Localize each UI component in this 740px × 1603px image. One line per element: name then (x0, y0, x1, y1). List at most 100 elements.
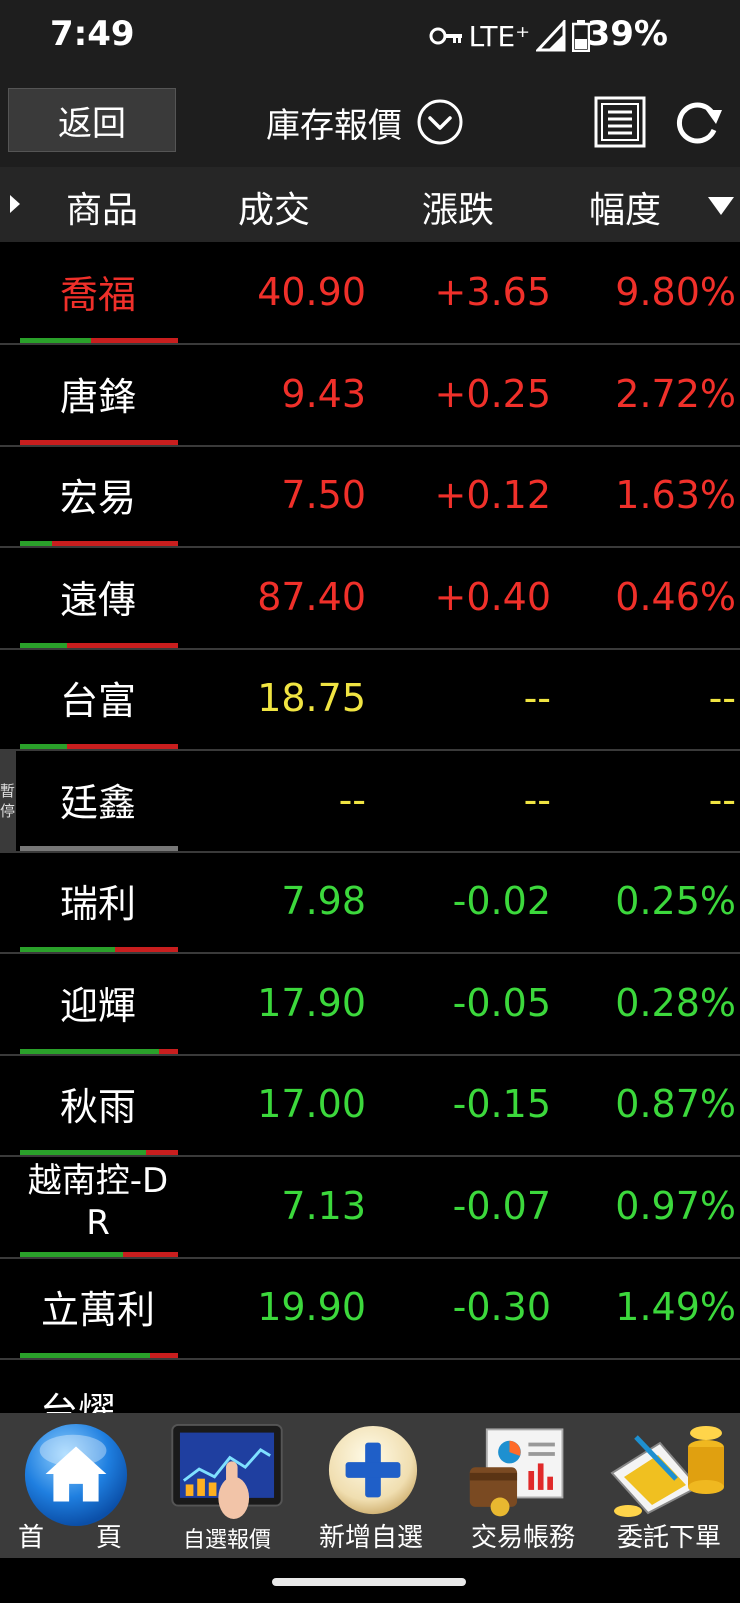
stock-name: 喬福 (59, 273, 136, 317)
column-percent[interactable]: 幅度 (589, 181, 661, 233)
stock-percent: 1.63% (615, 473, 736, 517)
nav-home-label: 首 頁 (17, 1523, 122, 1553)
suspended-tag: 暫停 (0, 750, 16, 851)
stock-name: 越南控-D R (18, 1160, 178, 1244)
nav-place-order-label: 委託下單 (616, 1523, 721, 1553)
stock-price: 17.00 (257, 1082, 366, 1126)
ratio-bar-red (149, 1353, 178, 1358)
stock-price: 17.90 (257, 981, 366, 1025)
home-icon (24, 1423, 128, 1527)
stock-name: 廷鑫 (59, 781, 136, 825)
stock-percent: 1.49% (615, 1285, 736, 1329)
buy-sell-ratio-bar (20, 1150, 178, 1155)
stock-name: 立萬利 (40, 1288, 155, 1332)
stock-row[interactable]: 暫停 廷鑫 -- -- -- (0, 750, 740, 853)
stock-change: +3.65 (434, 270, 551, 314)
nav-favorites-label: 自選報價 (182, 1528, 271, 1553)
stock-price: 87.40 (257, 575, 366, 619)
stock-name-partial: 台燿 (40, 1390, 117, 1413)
ratio-bar-red (114, 947, 178, 952)
ratio-bar-green (20, 1353, 150, 1358)
stock-percent: 0.46% (615, 575, 736, 619)
ratio-bar-green (20, 541, 52, 546)
buy-sell-ratio-bar (20, 338, 178, 343)
stock-row[interactable]: 瑞利 7.98 -0.02 0.25% (0, 851, 740, 954)
stock-name: 秋雨 (59, 1085, 136, 1129)
stock-row[interactable]: 秋雨 17.00 -0.15 0.87% (0, 1054, 740, 1157)
buy-sell-ratio-bar (20, 947, 178, 952)
stock-price: -- (338, 778, 366, 822)
home-gesture-bar[interactable] (272, 1578, 466, 1586)
column-header: 商品 成交 漲跌 幅度 (0, 167, 740, 242)
stock-row[interactable]: 越南控-D R 7.13 -0.07 0.97% (0, 1156, 740, 1259)
stock-change: -0.15 (452, 1082, 551, 1126)
buy-sell-ratio-bar (20, 541, 178, 546)
ratio-bar-red (91, 338, 178, 343)
status-time: 7:49 (50, 14, 135, 54)
plus-circle-icon (328, 1425, 418, 1515)
ratio-bar-green (20, 947, 115, 952)
stock-row[interactable]: 唐鋒 9.43 +0.25 2.72% (0, 344, 740, 447)
status-bar: 7:49 LTE⁺ 39% (0, 0, 740, 72)
stock-name: 迎輝 (59, 984, 136, 1028)
stock-percent: 0.25% (615, 879, 736, 923)
chevron-down-circle-icon (417, 99, 463, 145)
stock-row[interactable]: 遠傳 87.40 +0.40 0.46% (0, 547, 740, 650)
back-button[interactable]: 返回 (8, 88, 176, 152)
nav-add-favorite[interactable]: 新增自選 (296, 1413, 446, 1558)
ratio-bar-red (51, 541, 178, 546)
stock-name: 瑞利 (59, 882, 136, 926)
stock-name: 台富 (59, 679, 136, 723)
stock-row[interactable]: 迎輝 17.90 -0.05 0.28% (0, 953, 740, 1056)
stock-change: -- (523, 676, 551, 720)
sort-down-icon[interactable] (706, 195, 736, 217)
stock-price: 40.90 (257, 270, 366, 314)
stock-change: +0.25 (434, 372, 551, 416)
stock-change: +0.40 (434, 575, 551, 619)
battery-percent: 39% (586, 14, 668, 54)
stock-percent: 0.28% (615, 981, 736, 1025)
column-name[interactable]: 商品 (66, 181, 138, 233)
expand-arrow-icon[interactable] (8, 193, 22, 215)
ratio-bar-green (20, 744, 68, 749)
tablet-chart-icon (171, 1423, 283, 1519)
nav-favorites[interactable]: 自選報價 (168, 1413, 286, 1558)
stock-row[interactable]: 立萬利 19.90 -0.30 1.49% (0, 1257, 740, 1360)
stock-percent: 0.87% (615, 1082, 736, 1126)
refresh-icon[interactable] (672, 96, 724, 148)
nav-trade-account[interactable]: 交易帳務 (452, 1413, 594, 1558)
stock-percent: 9.80% (615, 270, 736, 314)
stock-name: 宏易 (59, 476, 136, 520)
nav-add-favorite-label: 新增自選 (318, 1523, 423, 1553)
column-change[interactable]: 漲跌 (422, 181, 494, 233)
nav-place-order[interactable]: 委託下單 (598, 1413, 740, 1558)
stock-change: +0.12 (434, 473, 551, 517)
vpn-key-icon (429, 27, 462, 45)
stock-row[interactable]: 喬福 40.90 +3.65 9.80% (0, 242, 740, 345)
stock-row[interactable]: 台富 18.75 -- -- (0, 648, 740, 751)
stock-list[interactable]: 喬福 40.90 +3.65 9.80% 唐鋒 9.43 +0.25 2.72% 宏易 7.50 +… (0, 242, 740, 1413)
title-dropdown[interactable]: 庫存報價 (266, 96, 464, 148)
stock-price: 18.75 (257, 676, 366, 720)
stock-name: 唐鋒 (59, 375, 136, 419)
stock-price: 7.50 (281, 473, 366, 517)
stock-row[interactable]: 宏易 7.50 +0.12 1.63% (0, 445, 740, 548)
stock-change: -0.05 (452, 981, 551, 1025)
buy-sell-ratio-bar (20, 1353, 178, 1358)
signal-icon (536, 20, 566, 52)
nav-trade-account-label: 交易帳務 (470, 1523, 575, 1553)
stock-price: 19.90 (257, 1285, 366, 1329)
stock-change: -0.07 (452, 1184, 551, 1228)
ratio-bar-green (20, 338, 92, 343)
list-icon[interactable] (594, 96, 646, 148)
column-price[interactable]: 成交 (238, 181, 310, 233)
stock-price: 9.43 (281, 372, 366, 416)
stock-name-line: R (86, 1203, 110, 1243)
stock-change: -0.02 (452, 879, 551, 923)
stock-price: 7.13 (281, 1184, 366, 1228)
stock-percent: -- (708, 676, 736, 720)
stock-name: 遠傳 (59, 578, 136, 622)
status-icons: LTE⁺ (429, 16, 590, 56)
stock-change: -- (523, 778, 551, 822)
nav-home[interactable]: 首 頁 (0, 1413, 152, 1558)
